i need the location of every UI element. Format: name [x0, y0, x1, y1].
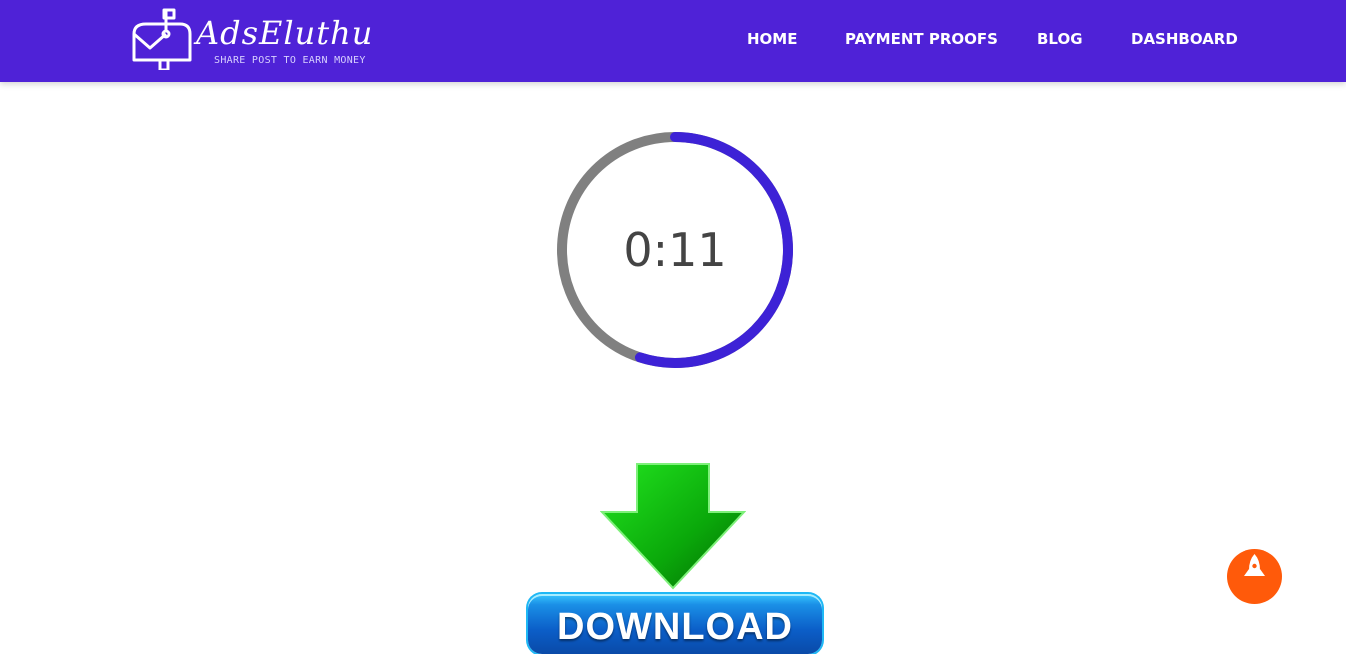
mailbox-icon — [132, 8, 192, 70]
timer-value: 0:11 — [623, 223, 727, 277]
brand-tagline: SHARE POST TO EARN MONEY — [214, 55, 366, 66]
download-button-face[interactable]: DOWNLOAD — [528, 594, 822, 654]
download-button[interactable]: DOWNLOAD — [528, 462, 824, 654]
nav-blog[interactable]: BLOG — [1037, 30, 1083, 48]
nav-home[interactable]: HOME — [747, 30, 797, 48]
nav-payment-proofs[interactable]: PAYMENT PROOFS — [845, 30, 998, 48]
nav-dashboard[interactable]: DASHBOARD — [1131, 30, 1238, 48]
site-logo[interactable]: AdsEluthu SHARE POST TO EARN MONEY — [132, 8, 372, 72]
top-navbar: AdsEluthu SHARE POST TO EARN MONEY HOME … — [0, 0, 1346, 82]
countdown-timer: 0:11 — [554, 129, 796, 371]
down-arrow-icon — [600, 463, 746, 590]
scroll-to-top-button[interactable] — [1227, 549, 1282, 604]
rocket-icon — [1244, 554, 1265, 576]
download-label: DOWNLOAD — [557, 606, 793, 648]
brand-name: AdsEluthu — [196, 14, 374, 52]
